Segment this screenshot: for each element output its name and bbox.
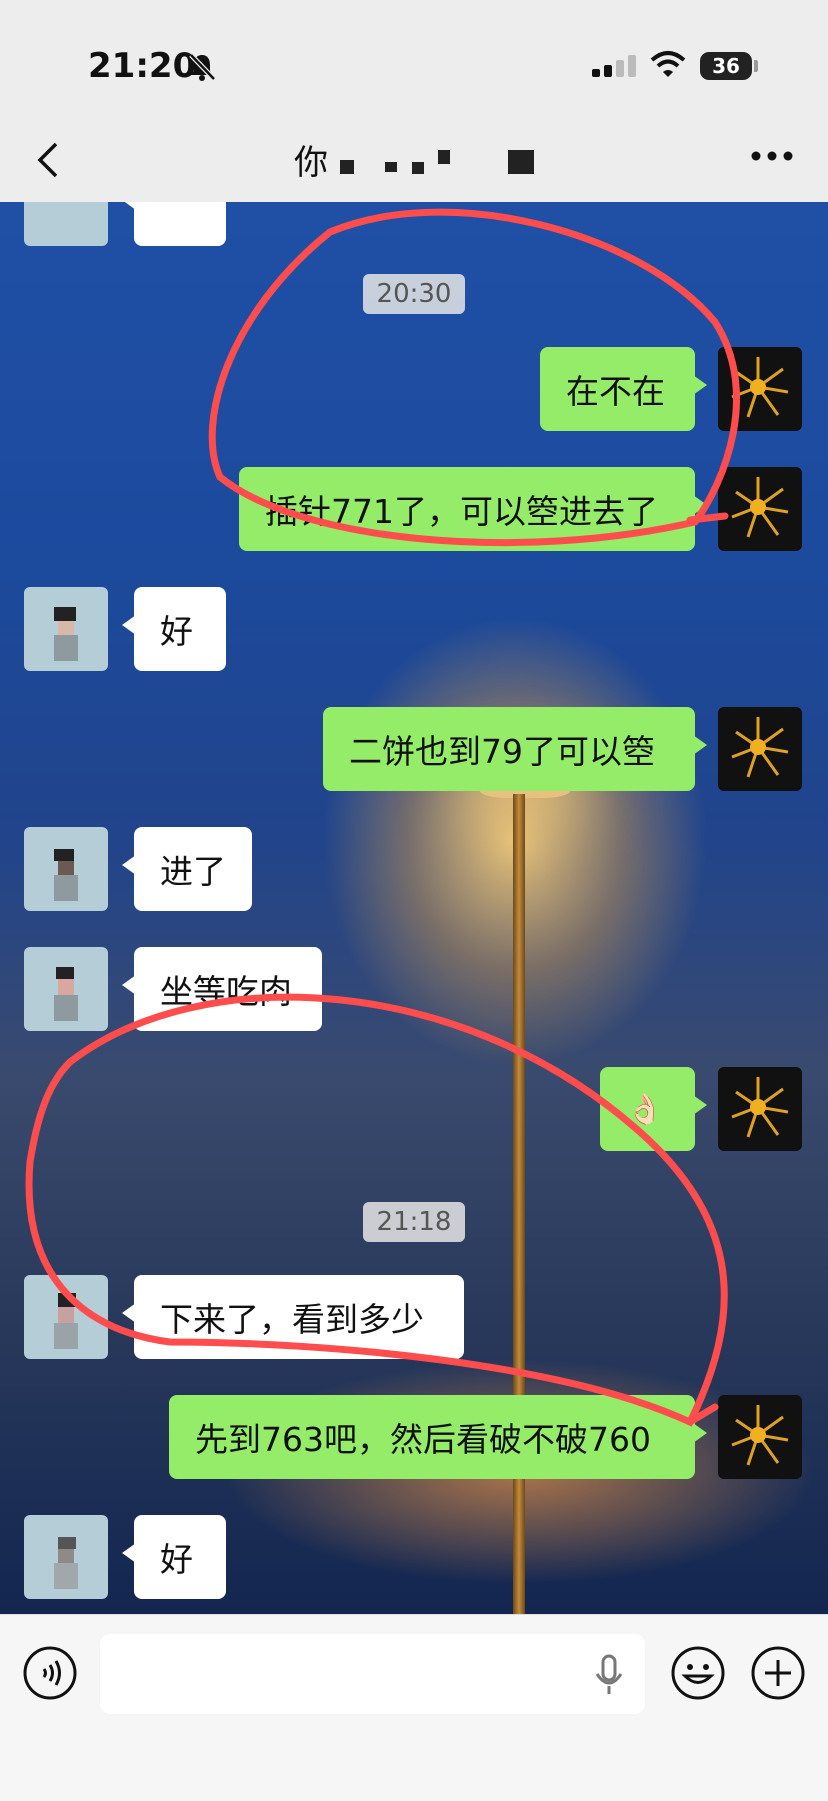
message-bubble-self[interactable]: 👌🏻 — [600, 1067, 707, 1151]
message-bubble-self[interactable]: 先到763吧，然后看破不破760 — [169, 1395, 707, 1479]
status-time: 21:20 — [88, 46, 197, 86]
title-redaction — [385, 162, 397, 172]
contact-avatar[interactable] — [24, 827, 108, 911]
avatar-art — [731, 717, 789, 778]
chat-title: 你 — [294, 143, 328, 183]
back-icon[interactable] — [30, 140, 70, 180]
title-redaction — [340, 160, 354, 174]
contact-avatar[interactable] — [24, 1515, 108, 1599]
battery-indicator: 36 — [700, 52, 752, 80]
message-bubble-contact[interactable]: 坐等吃肉 — [122, 947, 322, 1031]
avatar-art — [731, 1077, 789, 1138]
navigation-bar — [0, 120, 828, 202]
avatar-art — [731, 357, 789, 418]
timestamp: 21:18 — [363, 1202, 465, 1242]
message-bubble-self[interactable]: 二饼也到79了可以箜 — [323, 707, 707, 791]
avatar-pixelated — [54, 967, 78, 1021]
contact-avatar[interactable] — [24, 947, 108, 1031]
message-bubble-contact[interactable]: 下来了，看到多少 — [122, 1275, 464, 1359]
microphone-icon[interactable] — [594, 1654, 624, 1696]
message-bubble-contact[interactable]: 好 — [122, 587, 226, 671]
message-input[interactable] — [100, 1634, 645, 1714]
avatar-pixelated — [54, 849, 78, 901]
chat-area[interactable]: 20:30 在不在 插针771了，可以箜进去了 好 二饼也到79了可以箜 进了 … — [0, 202, 828, 1614]
wifi-icon — [650, 51, 686, 77]
user-avatar[interactable] — [718, 1395, 802, 1479]
avatar-pixelated — [54, 1293, 78, 1349]
user-avatar[interactable] — [718, 707, 802, 791]
title-redaction — [508, 150, 534, 174]
emoji-icon[interactable] — [670, 1645, 726, 1701]
avatar-pixelated — [54, 1537, 78, 1589]
contact-avatar[interactable] — [24, 1275, 108, 1359]
mute-bell-icon — [189, 53, 216, 81]
title-redaction — [438, 150, 450, 164]
home-indicator-area — [0, 1734, 828, 1801]
message-bubble-contact[interactable]: 好 — [122, 1515, 226, 1599]
contact-avatar[interactable] — [24, 202, 108, 246]
title-redaction — [412, 162, 424, 174]
user-avatar[interactable] — [718, 1067, 802, 1151]
battery-tip — [754, 60, 758, 72]
message-bubble-self[interactable]: 插针771了，可以箜进去了 — [239, 467, 707, 551]
contact-avatar[interactable] — [24, 587, 108, 671]
user-avatar[interactable] — [718, 347, 802, 431]
avatar-art — [731, 477, 789, 538]
message-bubble-partial — [122, 202, 226, 246]
timestamp: 20:30 — [363, 274, 465, 314]
more-icon[interactable] — [750, 150, 794, 162]
voice-icon[interactable] — [22, 1645, 78, 1701]
user-avatar[interactable] — [718, 467, 802, 551]
message-bubble-contact[interactable]: 进了 — [122, 827, 252, 911]
plus-icon[interactable] — [750, 1645, 806, 1701]
avatar-pixelated — [54, 607, 78, 661]
wallpaper-lamp-pole — [513, 794, 525, 1614]
avatar-art — [731, 1405, 789, 1466]
signal-icon — [592, 55, 636, 77]
message-bubble-self[interactable]: 在不在 — [540, 347, 707, 431]
